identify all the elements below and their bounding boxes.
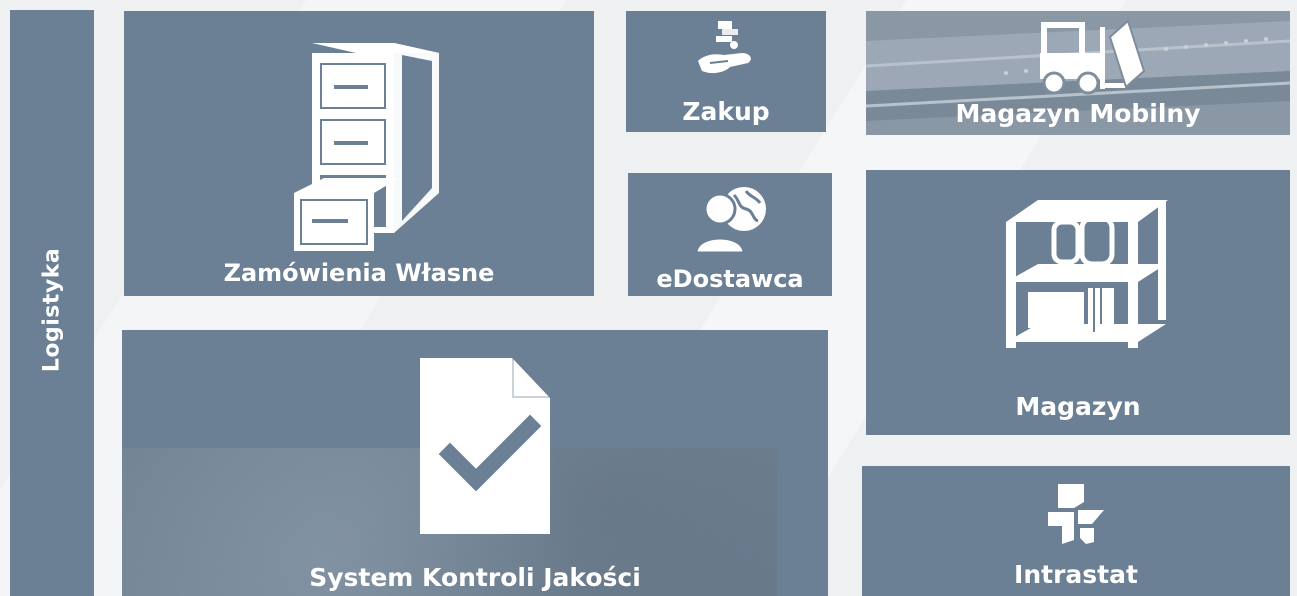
tile-label: Zakup (682, 97, 770, 126)
tile-label: Zamówienia Własne (223, 259, 495, 287)
document-check-icon (420, 358, 550, 534)
tile-system-kontroli-jakosci[interactable]: System Kontroli Jakości (122, 330, 828, 596)
tile-label: System Kontroli Jakości (309, 563, 641, 592)
tile-edostawca[interactable]: eDostawca (628, 173, 832, 296)
tile-zakup[interactable]: Zakup (626, 11, 826, 132)
sidebar-label: Logistyka (39, 247, 65, 373)
person-globe-icon (694, 187, 766, 253)
filing-cabinet-icon (294, 43, 439, 251)
tile-label: eDostawca (656, 265, 804, 293)
hand-money-icon (698, 21, 751, 74)
tile-zamowienia-wlasne[interactable]: Zamówienia Własne (124, 11, 594, 296)
tile-intrastat[interactable]: Intrastat (862, 466, 1290, 596)
tile-label: Magazyn (1015, 392, 1141, 421)
tile-label: Intrastat (1014, 560, 1138, 589)
sidebar-logistyka[interactable]: Logistyka (10, 10, 94, 596)
tile-magazyn[interactable]: Magazyn (866, 170, 1290, 435)
intrastat-icon (1048, 484, 1104, 544)
forklift-icon (1040, 19, 1146, 95)
tile-label: Magazyn Mobilny (955, 99, 1201, 128)
shelf-icon (1006, 200, 1168, 348)
tile-magazyn-mobilny[interactable]: Magazyn Mobilny (866, 11, 1290, 135)
